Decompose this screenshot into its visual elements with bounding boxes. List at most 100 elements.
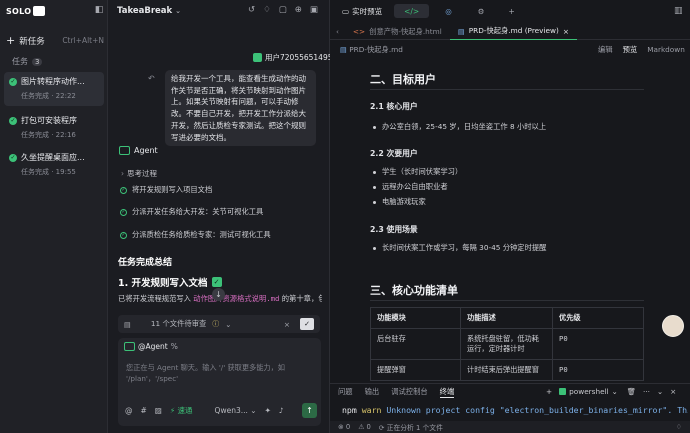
- model-label: Qwen3...: [214, 406, 248, 415]
- step-item[interactable]: ✓ 分派质检任务给质检专家：测试可视化工具: [120, 230, 271, 240]
- doc-list-item: 办公室白领，25-45 岁，日均坐姿工作 8 小时以上: [373, 122, 546, 132]
- image-icon[interactable]: ▨: [155, 406, 162, 415]
- mode-markdown[interactable]: Markdown: [647, 45, 685, 55]
- files-review-text: 11 个文件待审查: [150, 319, 207, 328]
- tab-code[interactable]: </>: [394, 4, 430, 18]
- speed-mode-button[interactable]: ⚡ 速通: [170, 405, 193, 416]
- mode-edit[interactable]: 编辑: [598, 45, 613, 55]
- history-icon[interactable]: ↺: [248, 5, 255, 15]
- sync-icon: ⟳: [378, 424, 385, 432]
- task-title: 久坐提醒桌面应...: [21, 153, 85, 162]
- gear-icon: ⚙: [477, 6, 485, 16]
- step-check-icon: ✓: [120, 186, 127, 194]
- undo-icon[interactable]: ↶: [148, 74, 155, 83]
- chevron-down-icon: ⌄: [611, 387, 618, 396]
- plus-icon[interactable]: +: [546, 387, 552, 396]
- tab-compass[interactable]: ◎: [435, 4, 462, 18]
- step-item[interactable]: ✓ 分派开发任务给大开发：关节可视化工具: [120, 207, 263, 217]
- send-button[interactable]: ↑: [302, 403, 317, 418]
- view-modes: 编辑 预览 Markdown: [598, 45, 685, 55]
- close-icon[interactable]: ×: [670, 387, 676, 396]
- tab-live-preview[interactable]: ▭ 实时预览: [336, 4, 388, 18]
- para-suffix: 的第十章，包: [279, 294, 322, 303]
- section-title-text: 1. 开发规则写入文档: [118, 278, 208, 289]
- close-icon[interactable]: ×: [563, 27, 569, 36]
- doc-link[interactable]: 动作图片资源格式说明.md: [193, 294, 279, 303]
- tab-problems[interactable]: 问题: [338, 387, 353, 398]
- add-tab-button[interactable]: +: [500, 4, 522, 18]
- step-item[interactable]: ✓ 将开发规则写入项目文档: [120, 185, 212, 195]
- task-complete-icon: ✓: [9, 153, 17, 162]
- chevron-down-icon: ⌄: [175, 7, 182, 15]
- sparkle-icon[interactable]: ✦: [265, 406, 271, 415]
- task-item[interactable]: ✓ 久坐提醒桌面应... 任务完成 · 19:55: [4, 148, 104, 182]
- files-review-bar[interactable]: ▤ 11 个文件待审查 ⓘ ⌄ × ✓: [118, 315, 320, 333]
- tasks-label: 任务: [12, 57, 28, 66]
- assistant-avatar[interactable]: [662, 315, 684, 337]
- hash-icon[interactable]: #: [141, 406, 147, 415]
- doc-subheading: 2.3 使用场景: [370, 225, 418, 234]
- table-cell: 提醒弹窗: [370, 359, 461, 381]
- agent-icon: [124, 342, 135, 351]
- box-icon[interactable]: ▢: [279, 5, 287, 15]
- markdown-file-icon: ▤: [457, 26, 465, 36]
- doc-subheading: 2.1 核心用户: [370, 102, 418, 111]
- tab-debug-console[interactable]: 调试控制台: [391, 387, 427, 398]
- expand-icon[interactable]: ▣: [310, 5, 318, 15]
- model-selector[interactable]: Qwen3... ⌄: [215, 406, 257, 415]
- tab-settings[interactable]: ⚙: [468, 4, 495, 18]
- logo-box-icon: [33, 6, 46, 16]
- collapse-icon[interactable]: ⌄: [657, 387, 663, 396]
- task-item[interactable]: ✓ 打包可安装程序 任务完成 · 22:16: [4, 111, 104, 145]
- step-label: 分派开发任务给大开发：关节可视化工具: [132, 207, 264, 216]
- table-row: 提醒弹窗 计时结束后弹出提醒窗 P0: [370, 359, 644, 381]
- collapse-panel-icon[interactable]: ▥: [674, 6, 683, 16]
- input-agent-tag[interactable]: @Agent %: [124, 342, 178, 351]
- new-task-label: 新任务: [19, 36, 45, 47]
- back-icon[interactable]: ‹: [330, 27, 345, 36]
- chevron-down-icon: ⌄: [225, 319, 232, 329]
- mode-preview[interactable]: 预览: [623, 45, 638, 55]
- term-message: Unknown project config "electron_builder…: [381, 405, 688, 415]
- task-status: 任务完成 · 19:55: [21, 168, 76, 176]
- tab-output[interactable]: 输出: [365, 387, 380, 398]
- file-tab-prd[interactable]: ▤ PRD-快起身.md (Preview) ×: [449, 24, 577, 40]
- think-label: 思考过程: [127, 169, 157, 178]
- error-count[interactable]: ⊗ 0: [338, 423, 350, 431]
- mention-icon[interactable]: @: [125, 406, 133, 415]
- warning-count[interactable]: ⚠ 0: [358, 423, 371, 431]
- bell-icon[interactable]: ♢: [676, 423, 682, 431]
- term-prefix: npm: [342, 405, 362, 415]
- trash-icon[interactable]: 🗑: [627, 387, 636, 396]
- para-prefix: 已将开发流程规范写入: [118, 294, 194, 303]
- think-toggle[interactable]: › 思考过程: [121, 168, 157, 179]
- file-tab-html[interactable]: <> 创意产物-快起身.html: [345, 24, 450, 40]
- new-task-button[interactable]: + 新任务 Ctrl+Alt+N: [6, 34, 104, 47]
- chat-input-placeholder[interactable]: 您正在与 Agent 聊天。输入 '/' 获取更多能力，如 '/plan'，'/…: [126, 362, 314, 384]
- user-avatar: [253, 53, 262, 62]
- bell-icon[interactable]: ♢: [263, 5, 271, 15]
- accept-button[interactable]: ✓: [300, 318, 314, 330]
- mic-icon[interactable]: ♪: [279, 406, 284, 415]
- chat-toolbar: ↺ ♢ ▢ ⊕ ▣: [248, 5, 318, 15]
- doc-heading: 三、核心功能清单: [370, 284, 458, 297]
- summary-title: 任务完成总结: [118, 258, 173, 268]
- percent-icon: %: [170, 342, 178, 351]
- task-item[interactable]: ✓ 图片转程序动作... 任务完成 · 22:22: [4, 72, 104, 106]
- shell-selector[interactable]: + powershell ⌄ 🗑 ··· ⌄ ×: [546, 387, 676, 396]
- collapse-sidebar-icon[interactable]: ◧: [94, 5, 104, 15]
- monitor-icon: ▭: [342, 6, 350, 16]
- tab-terminal[interactable]: 终端: [439, 387, 455, 398]
- add-icon[interactable]: ⊕: [295, 5, 302, 15]
- agent-header: Agent: [119, 146, 158, 155]
- status-bar: ⊗ 0 ⚠ 0 ⟳ 正在分析 1 个文件 ♢: [330, 421, 690, 433]
- close-icon[interactable]: ×: [284, 320, 290, 329]
- project-title-dropdown[interactable]: TakeaBreak ⌄: [117, 6, 181, 16]
- project-title: TakeaBreak: [117, 6, 173, 16]
- doc-list-item: 电脑游戏玩家: [373, 197, 426, 207]
- file-tab-label: 创意产物-快起身.html: [369, 26, 442, 36]
- scroll-down-button[interactable]: ↓: [212, 288, 225, 301]
- info-icon: ⓘ: [212, 320, 220, 328]
- table-cell: P0: [552, 328, 644, 360]
- more-icon[interactable]: ···: [643, 387, 650, 396]
